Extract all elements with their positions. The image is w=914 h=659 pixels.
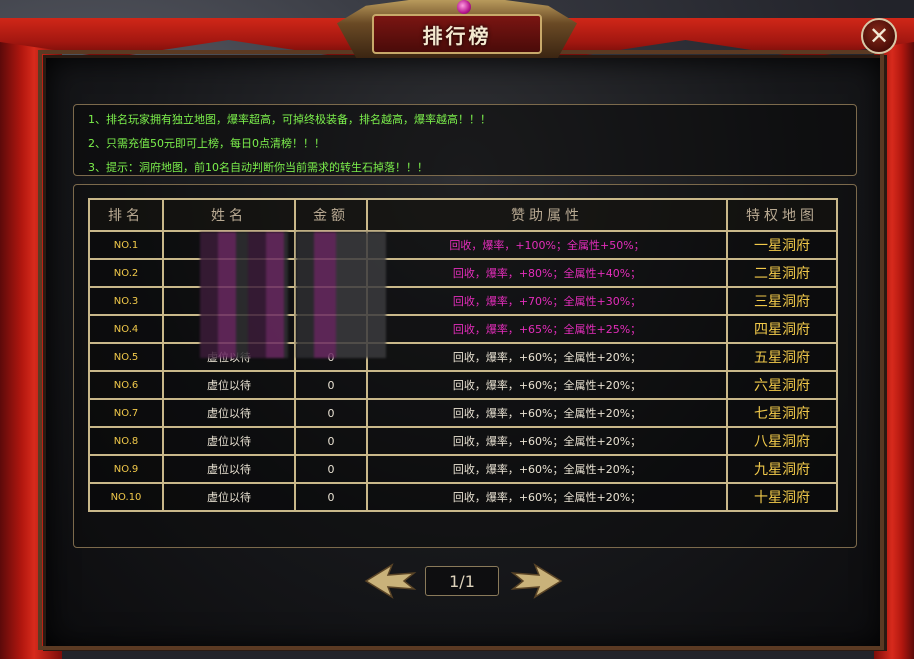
rank-cell: NO.1	[88, 230, 164, 260]
attribute-cell: 回收，爆率，+100%；全属性+50%；	[366, 230, 728, 260]
gem-ornament-icon	[457, 0, 471, 14]
attribute-cell: 回收，爆率，+80%；全属性+40%；	[366, 258, 728, 288]
header-map: 特权地图	[726, 198, 838, 232]
map-cell: 十星洞府	[726, 482, 838, 512]
amount-cell: 0	[294, 482, 368, 512]
table-header-row: 排名 姓名 金额 赞助属性 特权地图	[88, 198, 838, 232]
name-cell: 虚位以待	[162, 482, 296, 512]
rank-cell: NO.6	[88, 370, 164, 400]
page-indicator: 1/1	[425, 566, 499, 596]
table-row: NO.9 虚位以待 0 回收，爆率，+60%；全属性+20%； 九星洞府	[88, 454, 838, 484]
rank-cell: NO.7	[88, 398, 164, 428]
rank-cell: NO.4	[88, 314, 164, 344]
table-row: NO.7 虚位以待 0 回收，爆率，+60%；全属性+20%； 七星洞府	[88, 398, 838, 428]
table-row: NO.6 虚位以待 0 回收，爆率，+60%；全属性+20%； 六星洞府	[88, 370, 838, 400]
attribute-cell: 回收，爆率，+60%；全属性+20%；	[366, 398, 728, 428]
map-cell: 五星洞府	[726, 342, 838, 372]
notice-box: 1、排名玩家拥有独立地图，爆率超高，可掉终极装备，排名越高，爆率越高！！！ 2、…	[73, 104, 857, 176]
table-row: NO.10 虚位以待 0 回收，爆率，+60%；全属性+20%； 十星洞府	[88, 482, 838, 512]
amount-cell: 0	[294, 426, 368, 456]
map-cell: 八星洞府	[726, 426, 838, 456]
attribute-cell: 回收，爆率，+60%；全属性+20%；	[366, 370, 728, 400]
map-cell: 一星洞府	[726, 230, 838, 260]
map-cell: 四星洞府	[726, 314, 838, 344]
censored-amount-block	[296, 232, 386, 358]
attribute-cell: 回收，爆率，+60%；全属性+20%；	[366, 482, 728, 512]
attribute-cell: 回收，爆率，+60%；全属性+20%；	[366, 342, 728, 372]
rank-cell: NO.9	[88, 454, 164, 484]
notice-line: 3、提示：洞府地图，前10名自动判断你当前需求的转生石掉落！！！	[88, 161, 428, 174]
attribute-cell: 回收，爆率，+70%；全属性+30%；	[366, 286, 728, 316]
map-cell: 六星洞府	[726, 370, 838, 400]
right-arrow-icon	[510, 563, 563, 599]
rank-cell: NO.10	[88, 482, 164, 512]
window-title-text: 排行榜	[422, 23, 492, 48]
map-cell: 七星洞府	[726, 398, 838, 428]
rank-cell: NO.3	[88, 286, 164, 316]
rank-cell: NO.2	[88, 258, 164, 288]
rank-cell: NO.5	[88, 342, 164, 372]
map-cell: 九星洞府	[726, 454, 838, 484]
close-button[interactable]: ✕	[861, 18, 897, 54]
rank-cell: NO.8	[88, 426, 164, 456]
header-attributes: 赞助属性	[366, 198, 728, 232]
map-cell: 三星洞府	[726, 286, 838, 316]
attribute-cell: 回收，爆率，+60%；全属性+20%；	[366, 426, 728, 456]
header-rank: 排名	[88, 198, 164, 232]
amount-cell: 0	[294, 454, 368, 484]
attribute-cell: 回收，爆率，+60%；全属性+20%；	[366, 454, 728, 484]
next-page-button[interactable]	[505, 561, 565, 601]
table-row: NO.8 虚位以待 0 回收，爆率，+60%；全属性+20%； 八星洞府	[88, 426, 838, 456]
amount-cell: 0	[294, 398, 368, 428]
censored-name-block	[200, 232, 288, 358]
name-cell: 虚位以待	[162, 398, 296, 428]
close-icon: ✕	[868, 22, 890, 50]
amount-cell: 0	[294, 370, 368, 400]
prev-page-button[interactable]	[362, 561, 422, 601]
name-cell: 虚位以待	[162, 370, 296, 400]
attribute-cell: 回收，爆率，+65%；全属性+25%；	[366, 314, 728, 344]
name-cell: 虚位以待	[162, 426, 296, 456]
left-arrow-icon	[364, 563, 417, 599]
header-amount: 金额	[294, 198, 368, 232]
window-title: 排行榜	[372, 14, 542, 54]
name-cell: 虚位以待	[162, 454, 296, 484]
map-cell: 二星洞府	[726, 258, 838, 288]
header-name: 姓名	[162, 198, 296, 232]
notice-line: 1、排名玩家拥有独立地图，爆率超高，可掉终极装备，排名越高，爆率越高！！！	[88, 113, 491, 126]
notice-line: 2、只需充值50元即可上榜，每日0点清榜！！！	[88, 137, 325, 150]
